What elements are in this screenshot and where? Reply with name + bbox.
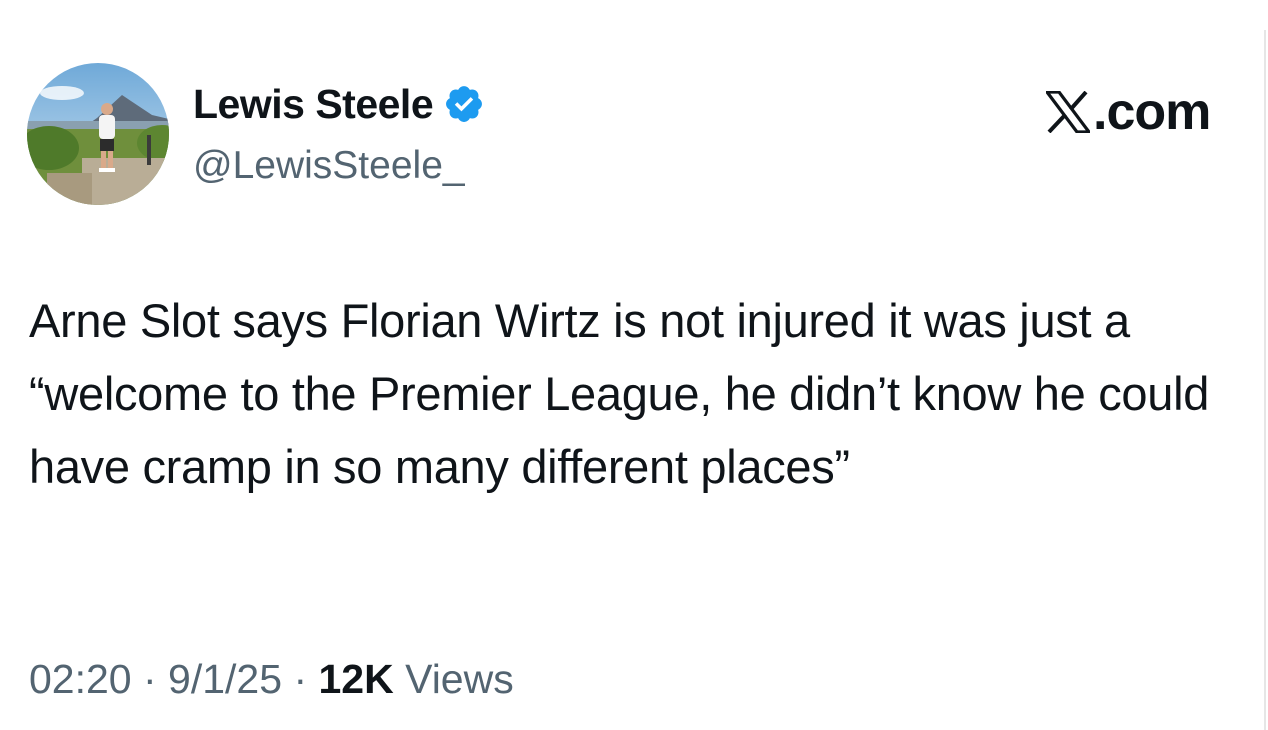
author-name-row[interactable]: Lewis Steele	[193, 78, 485, 130]
meta-separator: ·	[282, 656, 319, 702]
tweet-time[interactable]: 02:20	[29, 656, 132, 702]
avatar[interactable]	[27, 63, 169, 205]
meta-separator: ·	[131, 656, 169, 702]
right-border	[1264, 30, 1266, 730]
tweet-metadata: 02:20 · 9/1/25 · 12K Views	[29, 651, 514, 707]
verified-badge-icon	[443, 83, 485, 125]
brand-logo: .com	[1043, 83, 1211, 141]
x-logo-icon	[1043, 90, 1093, 134]
tweet-date[interactable]: 9/1/25	[168, 656, 282, 702]
views-label: Views	[393, 656, 514, 702]
views-count: 12K	[318, 656, 394, 702]
author-display-name[interactable]: Lewis Steele	[193, 78, 434, 130]
tweet-text: Arne Slot says Florian Wirtz is not inju…	[29, 294, 1210, 493]
brand-domain-text: .com	[1093, 83, 1211, 141]
author-handle[interactable]: @LewisSteele_	[193, 142, 465, 190]
avatar-photo	[27, 63, 169, 205]
